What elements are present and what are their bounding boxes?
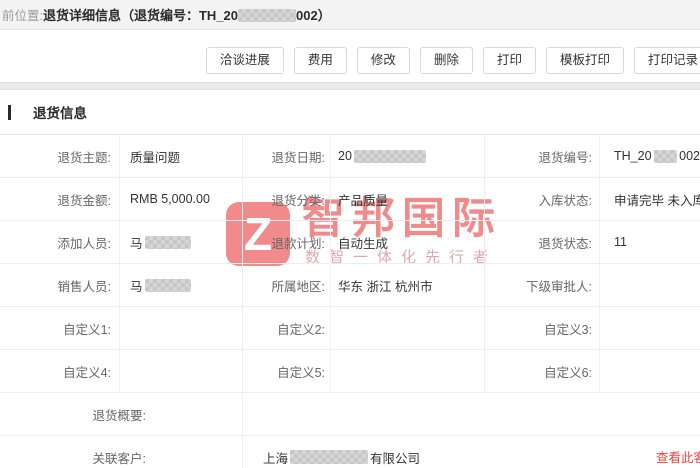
field-label-custom1: 自定义1: bbox=[0, 307, 120, 350]
field-label-refund-plan: 退款计划: bbox=[243, 221, 331, 264]
field-value-subject: 质量问题 bbox=[120, 135, 243, 178]
field-value-region: 华东 浙江 杭州市 bbox=[331, 264, 485, 307]
field-label-date: 退货日期: bbox=[243, 135, 331, 178]
field-label-code: 退货编号: bbox=[485, 135, 600, 178]
field-label-salesperson: 销售人员: bbox=[0, 264, 120, 307]
field-label-custom6: 自定义6: bbox=[485, 350, 600, 393]
toolbar-button-row: 洽谈进展 费用 修改 删除 打印 模板打印 打印记录 bbox=[206, 47, 700, 74]
field-value-category: 产品质量 bbox=[331, 178, 485, 221]
field-label-custom2: 自定义2: bbox=[243, 307, 331, 350]
field-label-customer: 关联客户: bbox=[0, 436, 243, 468]
field-label-region: 所属地区: bbox=[243, 264, 331, 307]
print-button[interactable]: 打印 bbox=[483, 47, 536, 74]
divider-band bbox=[0, 82, 700, 90]
section-header: 退货信息 bbox=[0, 90, 700, 134]
view-customer-link[interactable]: 查看此客户 bbox=[656, 447, 700, 466]
section-title: 退货信息 bbox=[33, 102, 87, 122]
field-label-next-approver: 下级审批人: bbox=[485, 264, 600, 307]
field-value-amount: RMB 5,000.00 bbox=[120, 178, 243, 221]
print-log-button[interactable]: 打印记录 bbox=[634, 47, 700, 74]
redacted-text bbox=[145, 279, 191, 292]
field-label-subject: 退货主题: bbox=[0, 135, 120, 178]
field-value-stock-status: 申请完毕 未入库 bbox=[600, 178, 700, 221]
redacted-text bbox=[238, 9, 296, 22]
page-title-pre: 退货详细信息（退货编号：TH_20 bbox=[43, 8, 238, 23]
page-title-post: 002） bbox=[296, 8, 331, 23]
field-value-refund-plan: 自动生成 bbox=[331, 221, 485, 264]
section-marker-bar bbox=[8, 105, 11, 120]
toolbar: 洽谈进展 费用 修改 删除 打印 模板打印 打印记录 bbox=[0, 30, 700, 82]
redacted-text bbox=[354, 150, 426, 163]
negotiation-progress-button[interactable]: 洽谈进展 bbox=[206, 47, 284, 74]
field-value-date: 20 bbox=[331, 135, 485, 178]
field-value-custom1 bbox=[120, 307, 243, 350]
field-label-creator: 添加人员: bbox=[0, 221, 120, 264]
delete-button[interactable]: 删除 bbox=[420, 47, 473, 74]
return-info-table: 退货主题: 质量问题 退货日期: 20 退货编号: TH_20002 退货金额:… bbox=[0, 134, 700, 468]
redacted-text bbox=[290, 450, 368, 464]
return-detail-page: 前位置:退货详细信息（退货编号：TH_20 002） 洽谈进展 费用 修改 删除 … bbox=[0, 0, 700, 468]
field-value-custom5 bbox=[331, 350, 485, 393]
field-value-custom2 bbox=[331, 307, 485, 350]
field-value-creator: 马 bbox=[120, 221, 243, 264]
edit-button[interactable]: 修改 bbox=[357, 47, 410, 74]
field-value-code: TH_20002 bbox=[600, 135, 700, 178]
field-label-custom5: 自定义5: bbox=[243, 350, 331, 393]
template-print-button[interactable]: 模板打印 bbox=[546, 47, 624, 74]
field-label-return-status: 退货状态: bbox=[485, 221, 600, 264]
field-value-salesperson: 马 bbox=[120, 264, 243, 307]
field-value-custom4 bbox=[120, 350, 243, 393]
page-title: 退货详细信息（退货编号：TH_20 002） bbox=[43, 5, 331, 24]
field-value-next-approver bbox=[600, 264, 700, 307]
field-label-summary: 退货概要: bbox=[0, 393, 243, 436]
redacted-text bbox=[145, 236, 191, 249]
field-value-customer: 上海有限公司 bbox=[243, 436, 700, 468]
field-value-custom6 bbox=[600, 350, 700, 393]
expense-button[interactable]: 费用 bbox=[294, 47, 347, 74]
field-label-custom4: 自定义4: bbox=[0, 350, 120, 393]
breadcrumb-location-label: 前位置: bbox=[2, 5, 43, 24]
field-value-custom3 bbox=[600, 307, 700, 350]
field-label-category: 退货分类: bbox=[243, 178, 331, 221]
field-label-stock-status: 入库状态: bbox=[485, 178, 600, 221]
redacted-text bbox=[654, 150, 678, 163]
field-label-amount: 退货金额: bbox=[0, 178, 120, 221]
field-value-return-status: 11 bbox=[600, 221, 700, 264]
field-value-summary bbox=[243, 393, 700, 436]
field-label-custom3: 自定义3: bbox=[485, 307, 600, 350]
breadcrumb: 前位置:退货详细信息（退货编号：TH_20 002） bbox=[0, 0, 700, 30]
